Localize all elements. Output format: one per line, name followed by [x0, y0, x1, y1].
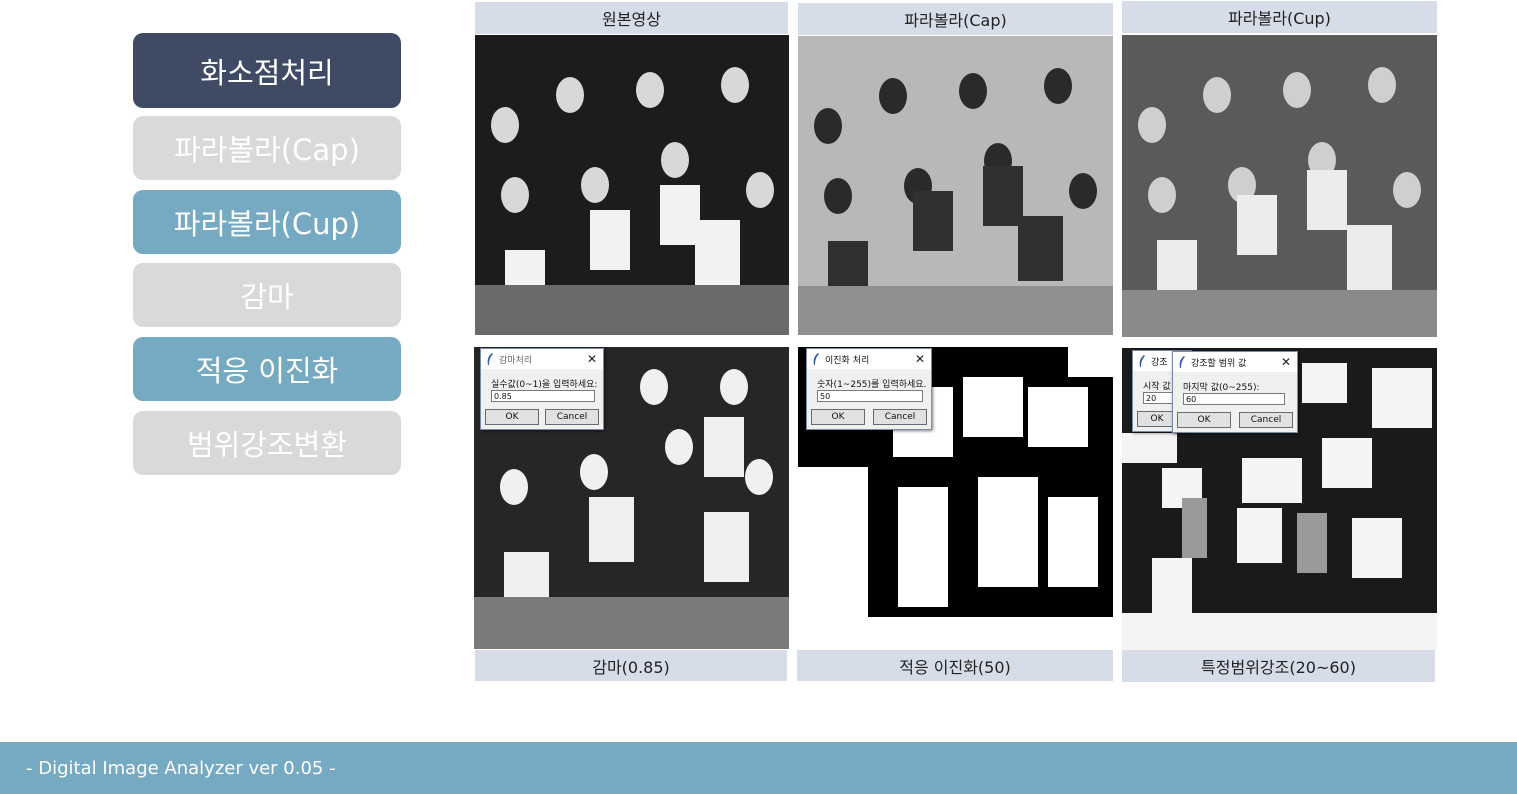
ok-button[interactable]: OK — [811, 409, 865, 425]
dialog-prompt: 시작 값 — [1143, 382, 1171, 392]
range-end-dialog: 강조할 범위 값 ✕ 마지막 값(0~255): 60 OK Cancel — [1172, 351, 1298, 433]
caption-original: 원본영상 — [475, 2, 788, 34]
cancel-button[interactable]: Cancel — [1239, 412, 1293, 428]
dialog-title: 이진화 처리 — [825, 355, 870, 366]
dialog-title: 강조할 범위 값 — [1191, 358, 1247, 369]
footer-text: - Digital Image Analyzer ver 0.05 - — [26, 757, 336, 779]
feather-icon — [813, 353, 819, 365]
binarize-dialog: 이진화 처리 ✕ 숫자(1~255)를 입력하세요. 50 OK Cancel — [806, 348, 932, 430]
image-parabola-cup — [1122, 35, 1437, 337]
dialog-prompt: 마지막 값(0~255): — [1183, 383, 1260, 393]
range-end-input[interactable]: 60 — [1183, 393, 1285, 405]
feather-icon — [1179, 356, 1185, 368]
dialog-prompt: 실수값(0~1)을 입력하세요: — [491, 380, 598, 390]
menu-parabola-cup[interactable]: 파라볼라(Cup) — [133, 190, 401, 254]
cancel-button[interactable]: Cancel — [873, 409, 927, 425]
close-icon[interactable]: ✕ — [915, 352, 925, 366]
menu-label: 적응 이진화 — [195, 354, 339, 388]
close-icon[interactable]: ✕ — [587, 352, 597, 366]
footer-bar: - Digital Image Analyzer ver 0.05 - — [0, 742, 1517, 794]
menu-label: 파라볼라(Cup) — [173, 207, 361, 241]
caption-text: 감마(0.85) — [592, 657, 670, 677]
dialog-title-bar: 이진화 처리 ✕ — [807, 349, 931, 369]
image-original — [475, 35, 789, 335]
ok-button[interactable]: OK — [485, 409, 539, 425]
ok-button[interactable]: OK — [1177, 412, 1231, 428]
feather-icon — [1139, 355, 1145, 367]
caption-adaptive-binarization: 적응 이진화(50) — [797, 650, 1113, 681]
caption-parabola-cap: 파라볼라(Cap) — [798, 3, 1113, 35]
menu-label: 파라볼라(Cap) — [174, 133, 360, 167]
ok-button[interactable]: OK — [1137, 411, 1177, 427]
menu-adaptive-binarization[interactable]: 적응 이진화 — [133, 337, 401, 401]
menu-pixel-point-processing[interactable]: 화소점처리 — [133, 33, 401, 108]
image-parabola-cap — [798, 36, 1113, 335]
dialog-title: 강조 — [1151, 357, 1168, 368]
menu-label: 감마 — [240, 280, 294, 314]
menu-gamma[interactable]: 감마 — [133, 263, 401, 327]
caption-parabola-cup: 파라볼라(Cup) — [1122, 1, 1437, 33]
cancel-button[interactable]: Cancel — [545, 409, 599, 425]
dialog-prompt: 숫자(1~255)를 입력하세요. — [817, 380, 927, 390]
dialog-title: 감마처리 — [499, 355, 533, 366]
menu-range-emphasis[interactable]: 범위강조변환 — [133, 411, 401, 475]
caption-gamma: 감마(0.85) — [475, 650, 787, 681]
caption-range-emphasis: 특정범위강조(20~60) — [1122, 650, 1435, 682]
menu-parabola-cap[interactable]: 파라볼라(Cap) — [133, 116, 401, 180]
dialog-title-bar: 감마처리 ✕ — [481, 349, 603, 369]
caption-text: 특정범위강조(20~60) — [1201, 658, 1356, 677]
close-icon[interactable]: ✕ — [1281, 355, 1291, 369]
caption-text: 적응 이진화(50) — [899, 657, 1011, 677]
binarize-value-input[interactable]: 50 — [817, 390, 923, 402]
gamma-value-input[interactable]: 0.85 — [491, 390, 595, 402]
caption-text: 원본영상 — [602, 10, 661, 29]
menu-label: 범위강조변환 — [186, 428, 348, 462]
dialog-title-bar: 강조할 범위 값 ✕ — [1173, 352, 1297, 372]
feather-icon — [487, 353, 493, 365]
caption-text: 파라볼라(Cup) — [1228, 9, 1331, 28]
gamma-dialog: 감마처리 ✕ 실수값(0~1)을 입력하세요: 0.85 OK Cancel — [480, 348, 604, 430]
caption-text: 파라볼라(Cap) — [904, 11, 1007, 30]
menu-label: 화소점처리 — [200, 55, 334, 90]
